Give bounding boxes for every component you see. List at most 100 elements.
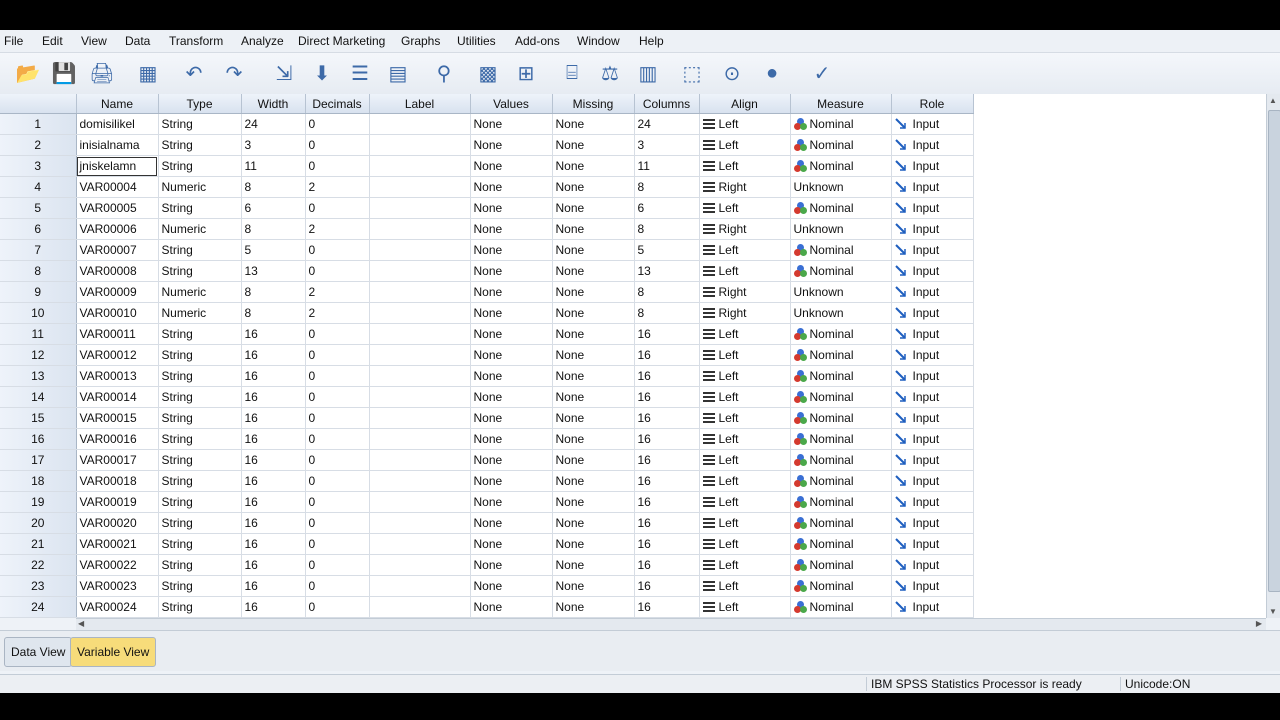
column-header-name[interactable]: Name bbox=[76, 94, 159, 114]
cell-label[interactable] bbox=[369, 449, 471, 471]
menu-transform[interactable]: Transform bbox=[169, 34, 223, 48]
cell-type[interactable]: String bbox=[158, 491, 242, 513]
cell-role[interactable]: Input bbox=[891, 428, 974, 450]
cell-name[interactable]: VAR00024 bbox=[76, 596, 159, 618]
cell-label[interactable] bbox=[369, 554, 471, 576]
cell-type[interactable]: String bbox=[158, 260, 242, 282]
cell-missing[interactable]: None bbox=[552, 302, 635, 324]
cell-values[interactable]: None bbox=[470, 239, 553, 261]
cell-align[interactable]: Left bbox=[699, 512, 791, 534]
cell-measure[interactable]: Nominal bbox=[790, 575, 892, 597]
cell-measure[interactable]: Unknown bbox=[790, 302, 892, 324]
cell-width[interactable]: 16 bbox=[241, 512, 306, 534]
cell-values[interactable]: None bbox=[470, 575, 553, 597]
cell-width[interactable]: 6 bbox=[241, 197, 306, 219]
cell-decimals[interactable]: 0 bbox=[305, 491, 370, 513]
open-folder-icon[interactable]: 📂 bbox=[12, 57, 44, 89]
cell-align[interactable]: Left bbox=[699, 407, 791, 429]
cell-name[interactable]: VAR00016 bbox=[76, 428, 159, 450]
split-file-icon[interactable]: ⌸ bbox=[556, 57, 588, 89]
cell-name[interactable]: VAR00019 bbox=[76, 491, 159, 513]
cell-width[interactable]: 8 bbox=[241, 302, 306, 324]
cell-columns[interactable]: 16 bbox=[634, 323, 700, 345]
cell-label[interactable] bbox=[369, 386, 471, 408]
cell-values[interactable]: None bbox=[470, 470, 553, 492]
row-number[interactable]: 17 bbox=[0, 449, 77, 471]
cell-measure[interactable]: Unknown bbox=[790, 176, 892, 198]
cell-label[interactable] bbox=[369, 491, 471, 513]
row-number[interactable]: 5 bbox=[0, 197, 77, 219]
cell-name[interactable]: VAR00006 bbox=[76, 218, 159, 240]
cell-name[interactable]: VAR00022 bbox=[76, 554, 159, 576]
cell-decimals[interactable]: 0 bbox=[305, 428, 370, 450]
row-number[interactable]: 7 bbox=[0, 239, 77, 261]
cell-name[interactable]: VAR00008 bbox=[76, 260, 159, 282]
cell-missing[interactable]: None bbox=[552, 533, 635, 555]
cell-role[interactable]: Input bbox=[891, 323, 974, 345]
cell-align[interactable]: Left bbox=[699, 470, 791, 492]
recall-dialog-icon[interactable]: ▦ bbox=[132, 57, 164, 89]
cell-width[interactable]: 16 bbox=[241, 323, 306, 345]
cell-label[interactable] bbox=[369, 260, 471, 282]
cell-measure[interactable]: Nominal bbox=[790, 512, 892, 534]
save-icon[interactable]: 💾 bbox=[48, 57, 80, 89]
goto-case-icon[interactable]: ⇲ bbox=[268, 57, 300, 89]
cell-decimals[interactable]: 0 bbox=[305, 155, 370, 177]
row-number[interactable]: 12 bbox=[0, 344, 77, 366]
cell-width[interactable]: 16 bbox=[241, 386, 306, 408]
cell-values[interactable]: None bbox=[470, 449, 553, 471]
cell-type[interactable]: String bbox=[158, 386, 242, 408]
cell-width[interactable]: 11 bbox=[241, 155, 306, 177]
cell-name[interactable]: inisialnama bbox=[76, 134, 159, 156]
print-icon[interactable]: 🖨 bbox=[86, 57, 118, 89]
cell-decimals[interactable]: 2 bbox=[305, 176, 370, 198]
cell-name[interactable]: VAR00014 bbox=[76, 386, 159, 408]
column-header-role[interactable]: Role bbox=[891, 94, 974, 114]
cell-width[interactable]: 16 bbox=[241, 344, 306, 366]
cell-label[interactable] bbox=[369, 155, 471, 177]
cell-decimals[interactable]: 2 bbox=[305, 302, 370, 324]
cell-decimals[interactable]: 0 bbox=[305, 533, 370, 555]
row-number[interactable]: 15 bbox=[0, 407, 77, 429]
cell-role[interactable]: Input bbox=[891, 386, 974, 408]
cell-role[interactable]: Input bbox=[891, 281, 974, 303]
cell-align[interactable]: Left bbox=[699, 155, 791, 177]
cell-align[interactable]: Left bbox=[699, 134, 791, 156]
cell-missing[interactable]: None bbox=[552, 344, 635, 366]
menu-direct-marketing[interactable]: Direct Marketing bbox=[298, 34, 385, 48]
cell-missing[interactable]: None bbox=[552, 281, 635, 303]
cell-role[interactable]: Input bbox=[891, 575, 974, 597]
cell-decimals[interactable]: 0 bbox=[305, 365, 370, 387]
cell-type[interactable]: Numeric bbox=[158, 302, 242, 324]
show-all-variables-icon[interactable]: ● bbox=[756, 57, 788, 89]
row-number[interactable]: 9 bbox=[0, 281, 77, 303]
cell-missing[interactable]: None bbox=[552, 176, 635, 198]
insert-variable-icon[interactable]: ⊞ bbox=[510, 57, 542, 89]
menu-graphs[interactable]: Graphs bbox=[401, 34, 440, 48]
row-number[interactable]: 3 bbox=[0, 155, 77, 177]
cell-values[interactable]: None bbox=[470, 554, 553, 576]
menu-help[interactable]: Help bbox=[639, 34, 664, 48]
cell-values[interactable]: None bbox=[470, 260, 553, 282]
cell-missing[interactable]: None bbox=[552, 596, 635, 618]
cell-width[interactable]: 16 bbox=[241, 428, 306, 450]
column-header-values[interactable]: Values bbox=[470, 94, 553, 114]
cell-name[interactable]: jniskelamn bbox=[76, 155, 159, 177]
cell-name[interactable]: VAR00023 bbox=[76, 575, 159, 597]
cell-measure[interactable]: Nominal bbox=[790, 533, 892, 555]
cell-role[interactable]: Input bbox=[891, 365, 974, 387]
cell-role[interactable]: Input bbox=[891, 155, 974, 177]
cell-label[interactable] bbox=[369, 302, 471, 324]
undo-icon[interactable]: ↶ bbox=[178, 57, 210, 89]
cell-width[interactable]: 16 bbox=[241, 533, 306, 555]
cell-width[interactable]: 5 bbox=[241, 239, 306, 261]
variables-icon[interactable]: ☰ bbox=[344, 57, 376, 89]
cell-role[interactable]: Input bbox=[891, 470, 974, 492]
cell-name[interactable]: VAR00011 bbox=[76, 323, 159, 345]
cell-role[interactable]: Input bbox=[891, 596, 974, 618]
cell-type[interactable]: String bbox=[158, 134, 242, 156]
redo-icon[interactable]: ↷ bbox=[218, 57, 250, 89]
cell-columns[interactable]: 8 bbox=[634, 218, 700, 240]
cell-columns[interactable]: 16 bbox=[634, 428, 700, 450]
cell-missing[interactable]: None bbox=[552, 491, 635, 513]
